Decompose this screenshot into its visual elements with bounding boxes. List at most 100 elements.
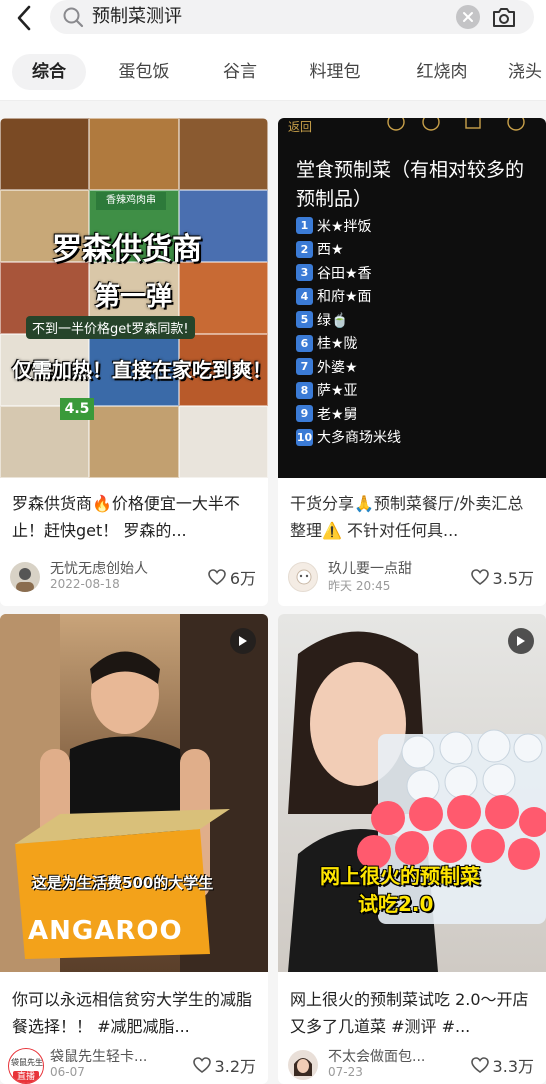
list-item: 2 西★	[296, 238, 401, 262]
play-icon	[239, 636, 247, 646]
author-name[interactable]: 不太会做面包...	[328, 1046, 425, 1066]
toolbar-icons	[387, 118, 525, 131]
chevron-left-icon	[17, 5, 31, 31]
number-badge: 6	[296, 334, 313, 352]
camera-search-icon[interactable]	[490, 4, 518, 30]
note-title: 网上很火的预制菜试吃 2.0～开店又多了几道菜 #测评 #...	[290, 990, 529, 1036]
note-cover-image[interactable]: 网上很火的预制菜 试吃2.0	[278, 614, 546, 972]
post-date: 07-23	[328, 1065, 363, 1079]
tab-comprehensive[interactable]: 综合	[12, 54, 86, 90]
author-name[interactable]: 袋鼠先生轻卡...	[50, 1046, 147, 1066]
heart-icon	[470, 569, 489, 585]
search-query[interactable]: 预制菜测评	[92, 5, 182, 29]
list-item: 3 谷田★香	[296, 261, 401, 285]
price-tag: 4.5	[60, 398, 94, 420]
like-count: 6万	[229, 569, 256, 588]
avatar[interactable]: 袋鼠先生 直播	[8, 1048, 44, 1084]
like-button[interactable]: 3.2万	[192, 1053, 256, 1077]
like-button[interactable]: 6万	[208, 565, 256, 589]
list-item: 6 桂★陇	[296, 332, 401, 356]
cover-bottom-text: 仅需加热！直接在家吃到爽！	[12, 358, 268, 382]
restaurant-list: 1 米★拌饭 2 西★ 3 谷田★香 4 和府★面 5 绿🍵 6 桂★陇 7 外婆★ 8 萨★亚…	[296, 214, 401, 449]
like-count: 3.3万	[492, 1057, 534, 1076]
avatar[interactable]	[10, 562, 40, 592]
tab-omurice[interactable]: 蛋包饭	[106, 54, 182, 90]
number-badge: 7	[296, 358, 313, 376]
list-item: 5 绿🍵	[296, 308, 401, 332]
number-badge: 1	[296, 217, 313, 235]
cover-banner: 不到一半价格get罗森同款!	[26, 316, 195, 339]
post-date: 昨天 20:45	[328, 579, 391, 593]
note-title: 你可以永远相信贫穷大学生的减脂餐选择！！ #减肥减脂...	[12, 990, 253, 1036]
avatar-icon	[296, 569, 312, 585]
avatar-text: 袋鼠先生	[11, 1058, 43, 1067]
list-item: 9 老★舅	[296, 402, 401, 426]
list-item: 8 萨★亚	[296, 379, 401, 403]
note-card[interactable]: 网上很火的预制菜 试吃2.0 网上很火的预制菜试吃 2.0～开店又多了几道菜 #…	[278, 614, 546, 1084]
like-count: 3.2万	[214, 1057, 256, 1076]
menu-screenshot: 返回 堂食预制菜（有相对较多的预制品） 1 米★拌饭 2 西★ 3 谷田★香 4 和府★…	[278, 118, 546, 478]
video-scene	[288, 631, 546, 972]
close-icon	[463, 12, 473, 22]
list-item: 1 米★拌饭	[296, 214, 401, 238]
tab-topping[interactable]: 浇头	[508, 54, 546, 90]
note-meta: 无忧无虑创始人 2022-08-18 6万	[10, 558, 258, 598]
note-cover-image[interactable]: 返回 堂食预制菜（有相对较多的预制品） 1 米★拌饭 2 西★ 3 谷田★香 4 和府★…	[278, 118, 546, 478]
avatar[interactable]	[288, 562, 318, 592]
number-badge: 9	[296, 405, 313, 423]
search-box[interactable]: 预制菜测评	[50, 0, 534, 34]
number-badge: 8	[296, 381, 313, 399]
like-button[interactable]: 3.5万	[470, 565, 534, 589]
heart-icon	[208, 569, 226, 585]
like-count: 3.5万	[492, 569, 534, 588]
video-subtitle: 这是为生活费500的大学生	[32, 874, 214, 892]
note-card[interactable]: 这是为生活费500的大学生 ANGAROO 你可以永远相信贫穷大学生的减脂餐选择…	[0, 614, 268, 1084]
top-bar: 预制菜测评	[0, 0, 546, 40]
note-card[interactable]: 香辣鸡肉串 罗森供货商 第一弹 不到一半价格get罗森同款! 仅需加热！直接在家…	[0, 118, 268, 606]
cover-title: 罗森供货商	[52, 232, 202, 267]
avatar-icon	[16, 568, 34, 592]
list-heading: 堂食预制菜（有相对较多的预制品）	[296, 159, 525, 210]
note-meta: 玖儿要一点甜 昨天 20:45 3.5万	[288, 558, 536, 598]
category-tabs: 综合 蛋包饭 谷言 料理包 红烧肉 浇头	[0, 50, 546, 94]
note-meta: 不太会做面包... 07-23 3.3万	[288, 1046, 536, 1084]
back-label: 返回	[288, 120, 313, 134]
tab-guyan[interactable]: 谷言	[205, 54, 275, 90]
video-indicator	[230, 628, 256, 654]
list-item: 4 和府★面	[296, 285, 401, 309]
heart-icon	[470, 1057, 489, 1073]
heart-icon	[192, 1057, 211, 1073]
number-badge: 5	[296, 311, 313, 329]
note-title: 罗森供货商🔥价格便宜一大半不止！赶快get！ 罗森的...	[12, 494, 240, 540]
tab-braised-pork[interactable]: 红烧肉	[402, 54, 482, 90]
play-icon	[517, 636, 525, 646]
tab-meal-kit[interactable]: 料理包	[297, 54, 373, 90]
box-brand-text: ANGAROO	[28, 916, 183, 946]
product-label: 香辣鸡肉串	[96, 192, 166, 210]
video-indicator	[508, 628, 534, 654]
number-badge: 10	[296, 428, 313, 446]
note-title: 干货分享🙏预制菜餐厅/外卖汇总整理⚠️ 不针对任何具...	[290, 494, 524, 540]
list-item: 7 外婆★	[296, 355, 401, 379]
back-button[interactable]	[8, 2, 40, 34]
number-badge: 3	[296, 264, 313, 282]
like-button[interactable]: 3.3万	[470, 1053, 534, 1077]
cover-title-line2: 试吃2.0	[358, 892, 434, 916]
post-date: 06-07	[50, 1065, 85, 1079]
author-name[interactable]: 玖儿要一点甜	[328, 558, 412, 578]
note-cover-image[interactable]: 这是为生活费500的大学生 ANGAROO	[0, 614, 268, 972]
cover-title-line1: 网上很火的预制菜	[320, 864, 480, 888]
search-icon	[63, 7, 84, 28]
avatar-icon	[294, 1058, 312, 1076]
clear-search-button[interactable]	[456, 5, 480, 29]
number-badge: 2	[296, 240, 313, 258]
note-meta: 袋鼠先生 直播 袋鼠先生轻卡... 06-07 3.2万	[8, 1046, 258, 1084]
cover-subtitle: 第一弹	[94, 282, 173, 312]
note-card[interactable]: 返回 堂食预制菜（有相对较多的预制品） 1 米★拌饭 2 西★ 3 谷田★香 4 和府★…	[278, 118, 546, 606]
note-cover-image[interactable]: 香辣鸡肉串 罗森供货商 第一弹 不到一半价格get罗森同款! 仅需加热！直接在家…	[0, 118, 268, 478]
live-badge: 直播	[13, 1071, 39, 1083]
list-item: 10 大多商场米线	[296, 428, 401, 447]
author-name[interactable]: 无忧无虑创始人	[50, 558, 148, 578]
number-badge: 4	[296, 287, 313, 305]
avatar[interactable]	[288, 1050, 318, 1080]
